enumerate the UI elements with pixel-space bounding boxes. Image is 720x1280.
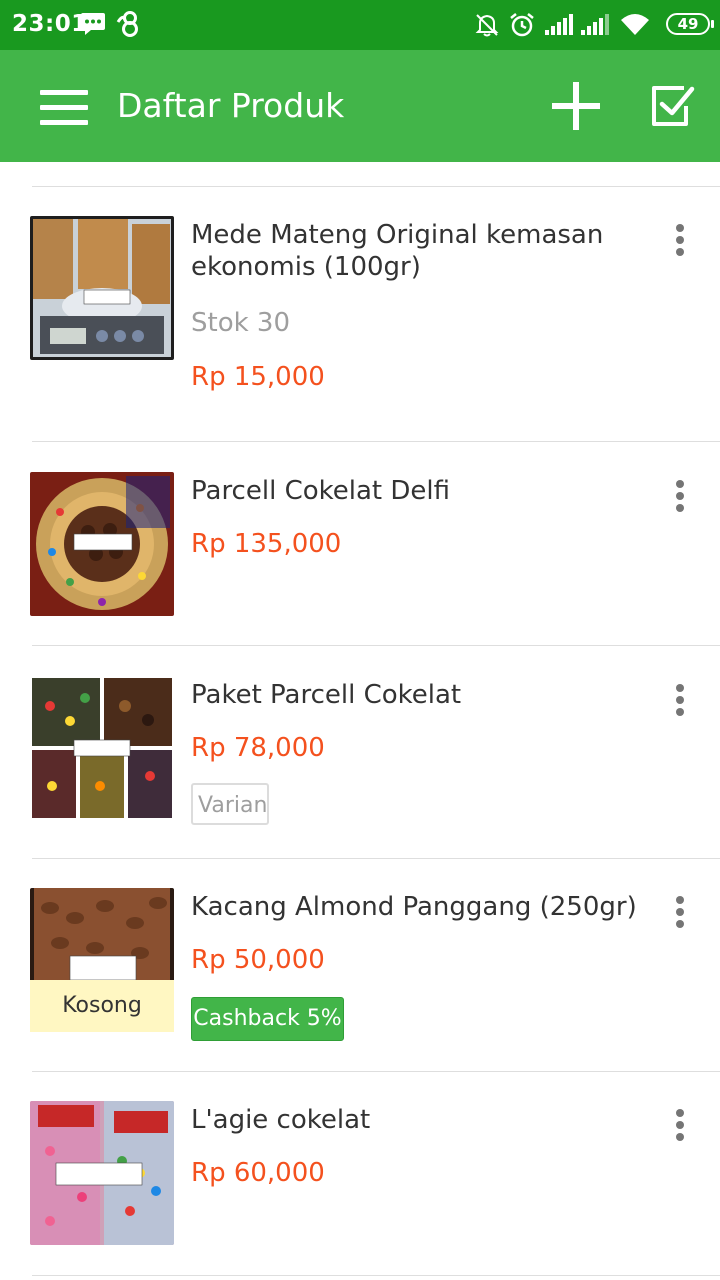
more-options-icon[interactable] xyxy=(664,680,696,720)
more-options-icon[interactable] xyxy=(664,1105,696,1145)
product-price: Rp 50,000 xyxy=(191,945,325,975)
wifi-icon xyxy=(621,14,649,35)
mute-icon xyxy=(475,14,499,37)
divider xyxy=(32,645,720,646)
more-options-icon[interactable] xyxy=(664,892,696,932)
product-stock: Stok 30 xyxy=(191,308,291,338)
divider xyxy=(32,1071,720,1072)
product-price: Rp 78,000 xyxy=(191,733,325,763)
divider xyxy=(32,186,720,187)
status-time: 23:01 xyxy=(12,11,88,37)
message-icon xyxy=(81,13,105,35)
variant-badge: Varian xyxy=(191,783,269,825)
product-name: Paket Parcell Cokelat xyxy=(191,680,462,710)
product-name: Kacang Almond Panggang (250gr) xyxy=(191,892,637,922)
more-options-icon[interactable] xyxy=(664,220,696,260)
divider xyxy=(32,858,720,859)
page-title: Daftar Produk xyxy=(117,86,345,125)
cashback-badge: Cashback 5% xyxy=(191,997,344,1041)
product-price: Rp 15,000 xyxy=(191,362,325,392)
product-image xyxy=(30,216,174,360)
alarm-icon xyxy=(510,13,534,37)
add-product-button[interactable] xyxy=(548,78,604,134)
product-image xyxy=(30,472,174,616)
divider xyxy=(32,1275,720,1276)
product-name: L'agie cokelat xyxy=(191,1105,371,1135)
app-bar: Daftar Produk xyxy=(0,50,720,162)
signal-icon xyxy=(545,14,573,35)
infinity-icon xyxy=(116,11,138,37)
hamburger-menu-icon[interactable] xyxy=(40,90,88,126)
product-name: Parcell Cokelat Delfi xyxy=(191,476,450,506)
product-name: Mede Mateng Original kemasan ekonomis (1… xyxy=(191,220,604,282)
product-image xyxy=(30,1101,174,1245)
signal-icon xyxy=(581,14,609,35)
battery-icon: 49 xyxy=(666,13,714,35)
out-of-stock-label: Kosong xyxy=(30,980,174,1032)
product-image xyxy=(30,676,174,820)
product-price: Rp 135,000 xyxy=(191,529,342,559)
select-checkbox-icon[interactable] xyxy=(648,82,696,130)
status-bar: 23:01 49 xyxy=(0,0,720,50)
more-options-icon[interactable] xyxy=(664,476,696,516)
product-price: Rp 60,000 xyxy=(191,1158,325,1188)
divider xyxy=(32,441,720,442)
